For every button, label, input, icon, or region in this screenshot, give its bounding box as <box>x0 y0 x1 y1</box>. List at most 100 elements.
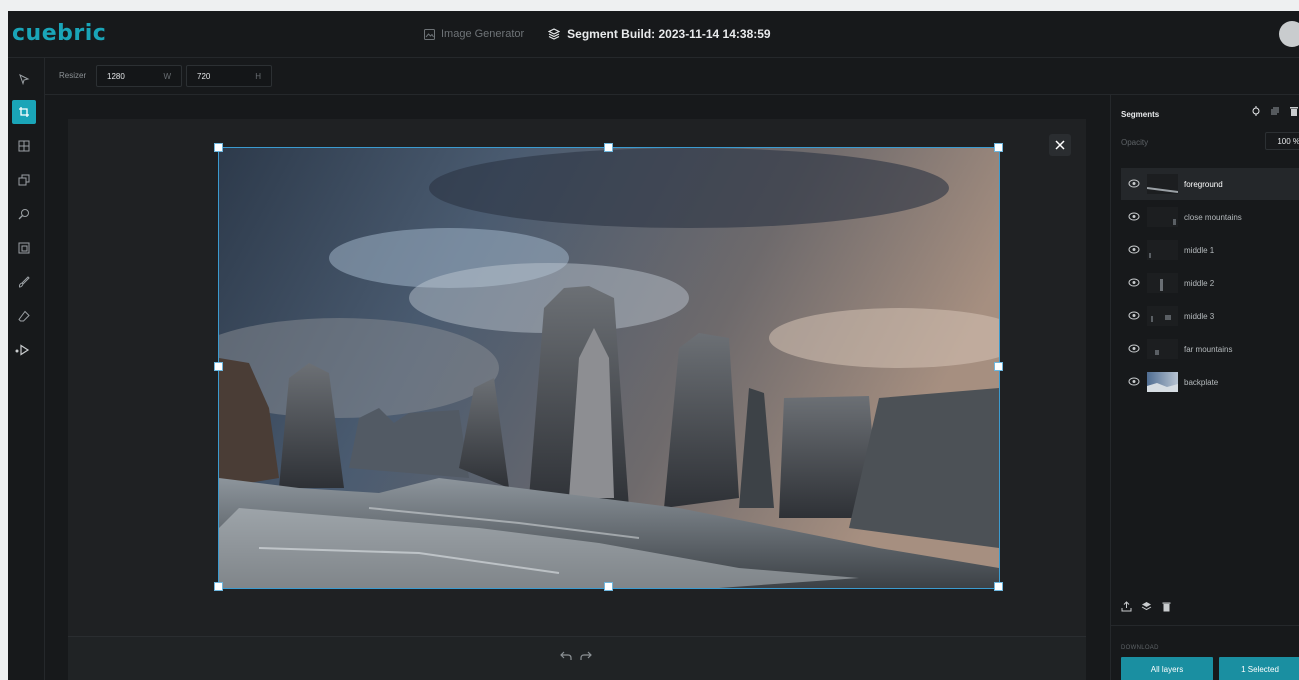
width-input[interactable]: 1280 W <box>96 65 182 87</box>
brush-icon <box>18 276 30 288</box>
layer-row-middle-1[interactable]: middle 1 <box>1121 234 1299 266</box>
play-icon <box>15 344 30 356</box>
eye-icon[interactable] <box>1128 377 1140 386</box>
layer-thumbnail <box>1147 372 1178 392</box>
close-button[interactable] <box>1049 134 1071 156</box>
resizer-bar: Resizer 1280 W 720 H <box>44 58 1299 95</box>
app-window: cuebric Image Generator Segment Build: 2… <box>8 11 1299 680</box>
redo-icon[interactable] <box>580 651 592 661</box>
segment-build-label: Segment Build: 2023-11-14 14:38:59 <box>567 27 771 41</box>
opacity-label: Opacity <box>1121 138 1149 147</box>
segments-toolbar <box>1251 106 1299 116</box>
top-center: Image Generator Segment Build: 2023-11-1… <box>424 27 771 41</box>
layer-name: middle 2 <box>1184 279 1215 288</box>
layer-thumbnail <box>1147 273 1178 293</box>
height-input[interactable]: 720 H <box>186 65 272 87</box>
duplicate-icon[interactable] <box>1270 106 1280 116</box>
resize-handle-bottom-right[interactable] <box>994 582 1003 591</box>
segment-icon <box>18 242 30 254</box>
crop-icon <box>19 107 29 117</box>
panel-divider <box>1111 625 1299 626</box>
layers-icon[interactable] <box>1141 601 1152 612</box>
image-icon <box>424 28 435 40</box>
resize-handle-bottom-left[interactable] <box>214 582 223 591</box>
eye-icon[interactable] <box>1128 212 1140 221</box>
history-bar <box>68 636 1086 680</box>
resize-handle-top-left[interactable] <box>214 143 223 152</box>
layer-thumbnail <box>1147 174 1178 194</box>
resizer-label: Resizer <box>59 71 87 80</box>
layer-row-middle-3[interactable]: middle 3 <box>1121 300 1299 332</box>
height-unit: H <box>255 72 261 81</box>
eye-icon[interactable] <box>1128 179 1140 188</box>
segment-tool[interactable] <box>12 236 36 260</box>
play-tool[interactable] <box>8 338 38 362</box>
close-icon <box>1055 140 1065 150</box>
layer-name: far mountains <box>1184 345 1233 354</box>
eye-icon[interactable] <box>1128 311 1140 320</box>
image-tool[interactable] <box>12 134 36 158</box>
layer-row-far-mountains[interactable]: far mountains <box>1121 333 1299 365</box>
eraser-icon <box>18 310 30 322</box>
canvas-stage <box>68 119 1086 636</box>
segment-build-title: Segment Build: 2023-11-14 14:38:59 <box>548 27 771 41</box>
layer-thumbnail <box>1147 240 1178 260</box>
image-generator-label: Image Generator <box>441 28 525 40</box>
image-generator-link[interactable]: Image Generator <box>424 28 524 40</box>
undo-redo-group <box>560 651 592 661</box>
copy-layers-icon <box>18 174 30 186</box>
magic-tool[interactable] <box>12 202 36 226</box>
canvas-area <box>45 95 1110 680</box>
user-avatar[interactable] <box>1279 21 1299 47</box>
selected-download-button[interactable]: 1 Selected <box>1219 657 1299 680</box>
layer-name: foreground <box>1184 180 1223 189</box>
opacity-input[interactable]: 100 % <box>1265 132 1299 150</box>
width-unit: W <box>163 72 171 81</box>
resize-handle-top-right[interactable] <box>994 143 1003 152</box>
mountain-landscape-image <box>219 148 999 588</box>
layer-list: foreground close mountains middle 1 midd… <box>1121 168 1299 399</box>
resize-handle-top-center[interactable] <box>604 143 613 152</box>
layer-row-backplate[interactable]: backplate <box>1121 366 1299 398</box>
layer-name: backplate <box>1184 378 1219 387</box>
crop-tool[interactable] <box>12 100 36 124</box>
eraser-tool[interactable] <box>12 304 36 328</box>
layer-row-foreground[interactable]: foreground <box>1121 168 1299 200</box>
layer-row-middle-2[interactable]: middle 2 <box>1121 267 1299 299</box>
cursor-icon <box>19 73 30 85</box>
layer-name: middle 1 <box>1184 246 1215 255</box>
eye-icon[interactable] <box>1128 344 1140 353</box>
layers-stack-icon <box>548 28 561 40</box>
scene-image[interactable] <box>218 147 1000 589</box>
target-icon[interactable] <box>1251 106 1261 116</box>
layer-thumbnail <box>1147 207 1178 227</box>
segments-title: Segments <box>1121 110 1160 119</box>
resize-handle-bottom-center[interactable] <box>604 582 613 591</box>
download-label: DOWNLOAD <box>1121 645 1159 651</box>
image-grid-icon <box>18 140 30 152</box>
width-value: 1280 <box>107 72 125 81</box>
segments-panel: Segments Opacity 100 % foreground close … <box>1110 95 1299 680</box>
brush-tool[interactable] <box>12 270 36 294</box>
resize-handle-middle-right[interactable] <box>994 362 1003 371</box>
eye-icon[interactable] <box>1128 245 1140 254</box>
resize-handle-middle-left[interactable] <box>214 362 223 371</box>
select-tool[interactable] <box>12 67 36 91</box>
layers-tool[interactable] <box>12 168 36 192</box>
top-bar: cuebric Image Generator Segment Build: 2… <box>8 11 1299 58</box>
delete-icon[interactable] <box>1289 106 1299 116</box>
all-layers-button[interactable]: All layers <box>1121 657 1213 680</box>
left-toolbar <box>8 58 45 680</box>
trash-icon[interactable] <box>1161 601 1172 612</box>
upload-icon[interactable] <box>1121 601 1132 612</box>
panel-actions <box>1121 601 1172 612</box>
layer-thumbnail <box>1147 339 1178 359</box>
height-value: 720 <box>197 72 211 81</box>
layer-thumbnail <box>1147 306 1178 326</box>
eye-icon[interactable] <box>1128 278 1140 287</box>
layer-row-close-mountains[interactable]: close mountains <box>1121 201 1299 233</box>
app-logo[interactable]: cuebric <box>12 21 106 46</box>
layer-name: close mountains <box>1184 213 1242 222</box>
undo-icon[interactable] <box>560 651 572 661</box>
layer-name: middle 3 <box>1184 312 1215 321</box>
